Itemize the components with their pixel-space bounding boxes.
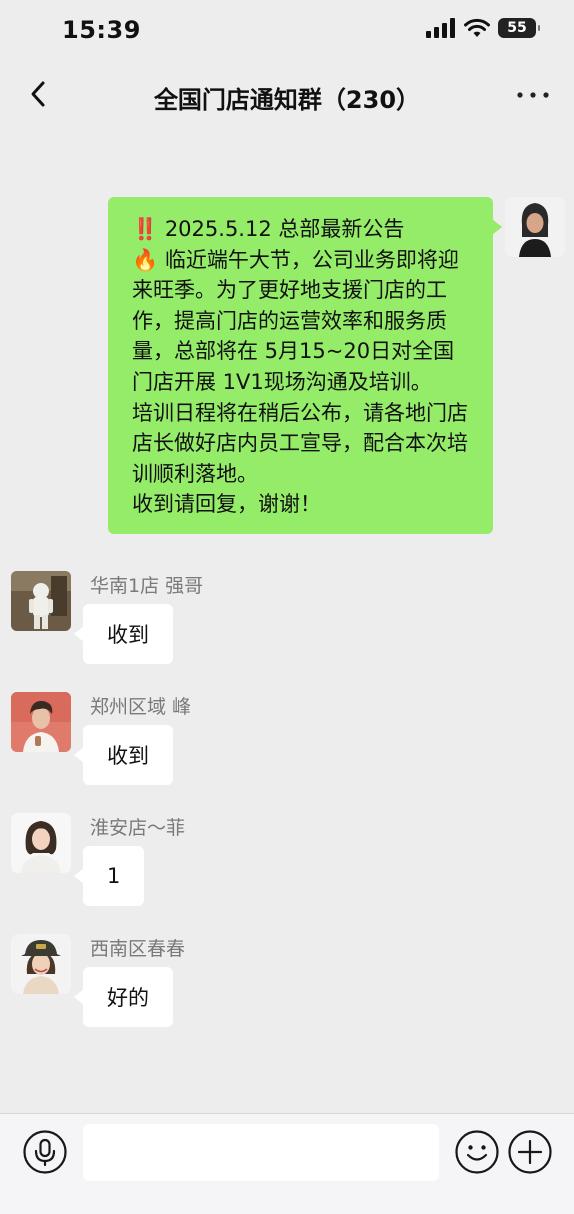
chat-header: 全国门店通知群（230） — [0, 62, 574, 128]
sender-name: 西南区春春 — [90, 938, 186, 960]
signal-icon — [426, 18, 455, 38]
message-input[interactable] — [83, 1124, 439, 1181]
status-time: 15:39 — [62, 16, 141, 44]
wifi-icon — [464, 18, 490, 37]
person-avatar-image — [505, 197, 565, 257]
sender-avatar[interactable] — [11, 692, 71, 752]
microphone-icon — [23, 1130, 67, 1174]
sender-avatar[interactable] — [11, 934, 71, 994]
more-dots-icon — [517, 92, 549, 98]
battery-icon: 55 — [498, 18, 540, 38]
person-avatar-image — [11, 934, 71, 994]
more-button[interactable] — [516, 82, 550, 108]
chat-input-bar — [0, 1113, 574, 1214]
message-bubble[interactable]: 收到 — [74, 604, 173, 664]
emoji-button[interactable] — [455, 1130, 499, 1178]
sender-name: 淮安店～菲 — [90, 817, 186, 839]
status-icons: 55 — [426, 18, 540, 38]
my-avatar[interactable] — [505, 197, 565, 257]
announcement-bubble[interactable]: ‼️ 2025.5.12 总部最新公告 🔥 临近端午大节，公司业务即将迎来旺季。… — [108, 197, 493, 534]
more-actions-button[interactable] — [508, 1130, 552, 1178]
sender-name: 郑州区域 峰 — [90, 696, 192, 718]
astronaut-avatar-image — [11, 571, 71, 631]
person-avatar-image — [11, 692, 71, 752]
sender-name: 华南1店 强哥 — [90, 575, 204, 597]
message-bubble[interactable]: 好的 — [74, 967, 173, 1027]
chat-title: 全国门店通知群（230） — [153, 86, 421, 114]
person-avatar-image — [11, 813, 71, 873]
sender-avatar[interactable] — [11, 571, 71, 631]
voice-button[interactable] — [23, 1130, 67, 1178]
sender-avatar[interactable] — [11, 813, 71, 873]
message-bubble[interactable]: 1 — [73, 846, 145, 906]
smiley-icon — [455, 1130, 499, 1174]
status-bar: 15:39 55 — [0, 0, 574, 62]
my-message: ‼️ 2025.5.12 总部最新公告 🔥 临近端午大节，公司业务即将迎来旺季。… — [108, 197, 493, 534]
message-bubble[interactable]: 收到 — [74, 725, 173, 785]
plus-icon — [508, 1130, 552, 1174]
